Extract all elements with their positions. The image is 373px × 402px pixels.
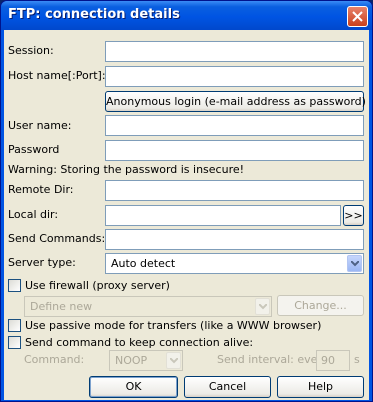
send-commands-input[interactable] bbox=[105, 229, 364, 250]
chevron-down-icon bbox=[351, 261, 359, 267]
window-title: FTP: connection details bbox=[8, 7, 180, 22]
session-input[interactable] bbox=[105, 41, 364, 62]
browse-local-dir-button[interactable]: >> bbox=[343, 205, 364, 226]
send-interval-unit: s bbox=[354, 353, 360, 366]
password-input[interactable] bbox=[105, 140, 364, 161]
keep-alive-dropdown-button[interactable] bbox=[166, 352, 181, 369]
send-interval-input[interactable] bbox=[316, 350, 350, 371]
host-input[interactable] bbox=[105, 66, 364, 87]
ok-button[interactable]: OK bbox=[89, 376, 178, 398]
password-label: Password bbox=[8, 143, 60, 156]
server-type-dropdown-button[interactable] bbox=[347, 255, 362, 272]
firewall-change-button[interactable]: Change... bbox=[277, 295, 364, 316]
help-button[interactable]: Help bbox=[277, 376, 364, 398]
dialog-window: FTP: connection details Session: Host na… bbox=[0, 0, 373, 402]
use-firewall-checkbox[interactable] bbox=[8, 279, 21, 292]
dialog-body: Session: Host name[:Port]: Anonymous log… bbox=[4, 30, 369, 400]
local-dir-input[interactable] bbox=[105, 205, 341, 226]
close-icon bbox=[352, 11, 363, 22]
keep-alive-command-label: Command: bbox=[24, 353, 85, 366]
firewall-dropdown-button[interactable] bbox=[255, 298, 270, 315]
session-label: Session: bbox=[8, 44, 54, 57]
remote-dir-label: Remote Dir: bbox=[8, 183, 74, 196]
passive-mode-label: Use passive mode for transfers (like a W… bbox=[25, 319, 322, 332]
remote-dir-input[interactable] bbox=[105, 180, 364, 201]
send-commands-label: Send Commands: bbox=[8, 232, 106, 245]
close-button[interactable] bbox=[347, 6, 368, 27]
keep-alive-command-select[interactable]: NOOP bbox=[109, 350, 183, 371]
firewall-select[interactable]: Define new bbox=[24, 296, 272, 317]
local-dir-label: Local dir: bbox=[8, 208, 59, 221]
title-bar[interactable]: FTP: connection details bbox=[1, 1, 372, 30]
chevron-down-icon bbox=[170, 358, 178, 364]
use-firewall-label: Use firewall (proxy server) bbox=[25, 279, 170, 292]
user-name-input[interactable] bbox=[105, 115, 364, 136]
anonymous-login-button[interactable]: Anonymous login (e-mail address as passw… bbox=[105, 91, 366, 112]
host-label: Host name[:Port]: bbox=[8, 69, 106, 82]
keep-alive-command-value: NOOP bbox=[115, 354, 148, 367]
chevron-down-icon bbox=[259, 304, 267, 310]
keep-alive-checkbox[interactable] bbox=[8, 336, 21, 349]
passive-mode-checkbox[interactable] bbox=[8, 319, 21, 332]
send-interval-label: Send interval: every bbox=[217, 353, 329, 366]
server-type-select[interactable]: Auto detect bbox=[105, 253, 364, 274]
password-warning: Warning: Storing the password is insecur… bbox=[8, 163, 245, 176]
server-type-label: Server type: bbox=[8, 256, 76, 269]
firewall-select-value: Define new bbox=[30, 300, 93, 313]
keep-alive-label: Send command to keep connection alive: bbox=[25, 336, 254, 349]
server-type-value: Auto detect bbox=[111, 257, 176, 270]
cancel-button[interactable]: Cancel bbox=[184, 376, 271, 398]
user-label: User name: bbox=[8, 119, 72, 132]
